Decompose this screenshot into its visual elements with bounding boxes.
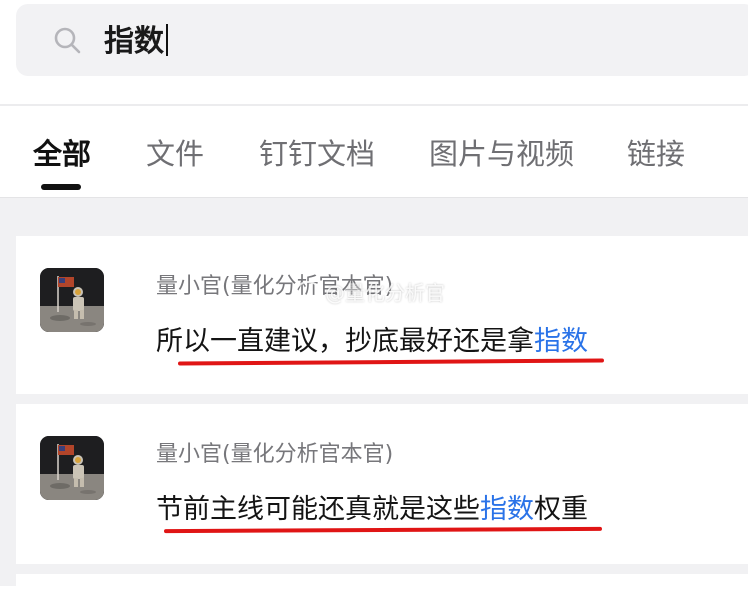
keyword-highlight: 指数: [534, 326, 588, 357]
tab-images-videos[interactable]: 图片与视频: [429, 134, 574, 174]
tab-dingtalk-docs[interactable]: 钉钉文档: [259, 134, 375, 174]
message-snippet: 所以一直建议，抄底最好还是拿指数: [156, 322, 588, 362]
snippet-text: 所以一直建议，抄底最好还是拿: [156, 326, 534, 357]
text-cursor: [166, 24, 168, 56]
tab-all[interactable]: 全部: [33, 134, 91, 174]
snippet-text-after: 权重: [534, 494, 588, 525]
search-input[interactable]: 指数: [104, 22, 168, 62]
tab-files[interactable]: 文件: [146, 134, 204, 174]
snippet-text: 节前主线可能还真就是这些: [156, 494, 480, 525]
tab-links[interactable]: 链接: [627, 134, 685, 174]
astronaut-avatar-icon: [40, 436, 104, 500]
message-snippet: 节前主线可能还真就是这些指数权重: [156, 490, 588, 530]
avatar: [40, 268, 104, 332]
search-header: 指数: [0, 0, 748, 104]
search-icon: [54, 27, 81, 54]
active-tab-indicator: [41, 184, 81, 190]
watermark-text: @量化分析官: [325, 281, 445, 305]
result-card[interactable]: 量小官(量化分析官本官) 节前主线可能还真就是这些指数权重: [16, 404, 748, 564]
message-author: 量小官(量化分析官本官): [156, 442, 394, 467]
avatar: [40, 436, 104, 500]
weibo-logo-icon: [295, 281, 321, 303]
search-bar[interactable]: 指数: [16, 4, 748, 76]
filter-tabs: 全部 文件 钉钉文档 图片与视频 链接: [0, 106, 748, 198]
astronaut-avatar-icon: [40, 268, 104, 332]
watermark: @量化分析官: [295, 278, 445, 308]
search-query: 指数: [104, 24, 164, 59]
keyword-highlight: 指数: [480, 494, 534, 525]
result-card[interactable]: 量小官(量化分析官本官) 所以一直建议，抄底最好还是拿指数: [16, 236, 748, 394]
result-card-partial[interactable]: [16, 574, 748, 594]
